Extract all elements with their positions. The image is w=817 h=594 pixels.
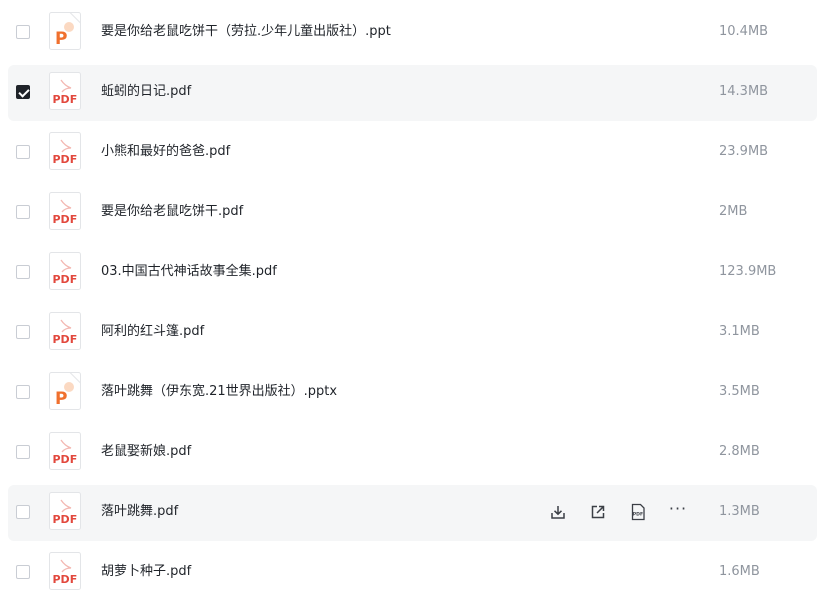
file-size: 10.4MB — [719, 24, 769, 39]
svg-text:PDF: PDF — [53, 153, 78, 166]
svg-text:PDF: PDF — [53, 273, 78, 286]
svg-text:P: P — [55, 29, 67, 49]
row-checkbox[interactable] — [16, 265, 30, 279]
file-size: 23.9MB — [719, 144, 769, 159]
row-checkbox-checked[interactable] — [16, 85, 30, 99]
svg-text:PDF: PDF — [53, 453, 78, 466]
pdf-file-icon: PDF — [49, 312, 81, 350]
download-button[interactable] — [538, 499, 578, 525]
file-size: 14.3MB — [719, 84, 769, 99]
share-button[interactable] — [578, 499, 618, 525]
pdf-convert-icon: PDF — [631, 503, 645, 521]
svg-text:P: P — [55, 389, 67, 409]
file-name[interactable]: 小熊和最好的爸爸.pdf — [101, 143, 230, 161]
file-row[interactable]: PDF 落叶跳舞.pdf PDF ··· 1.3MB — [8, 485, 817, 541]
file-list: P 要是你给老鼠吃饼干（劳拉.少年儿童出版社）.ppt 10.4MB PDF 蚯… — [0, 0, 817, 594]
row-checkbox[interactable] — [16, 505, 30, 519]
file-name[interactable]: 要是你给老鼠吃饼干.pdf — [101, 203, 243, 221]
pdf-file-icon: PDF — [49, 192, 81, 230]
file-row[interactable]: PDF 胡萝卜种子.pdf 1.6MB — [8, 545, 817, 594]
file-row[interactable]: PDF 要是你给老鼠吃饼干.pdf 2MB — [8, 185, 817, 241]
row-checkbox[interactable] — [16, 385, 30, 399]
pdf-convert-button[interactable]: PDF — [618, 499, 658, 525]
pdf-file-icon: PDF — [49, 552, 81, 590]
row-checkbox[interactable] — [16, 445, 30, 459]
file-size: 2MB — [719, 204, 748, 219]
pdf-file-icon: PDF — [49, 432, 81, 470]
file-name[interactable]: 落叶跳舞（伊东宽.21世界出版社）.pptx — [101, 383, 337, 401]
svg-text:PDF: PDF — [53, 93, 78, 106]
ppt-file-icon: P — [49, 372, 81, 410]
file-name[interactable]: 03.中国古代神话故事全集.pdf — [101, 263, 277, 281]
more-icon: ··· — [668, 499, 688, 518]
svg-text:PDF: PDF — [53, 573, 78, 586]
pdf-file-icon: PDF — [49, 72, 81, 110]
more-button[interactable]: ··· — [658, 499, 698, 525]
pdf-file-icon: PDF — [49, 492, 81, 530]
file-name[interactable]: 胡萝卜种子.pdf — [101, 563, 191, 581]
file-row[interactable]: PDF 老鼠娶新娘.pdf 2.8MB — [8, 425, 817, 481]
file-name[interactable]: 落叶跳舞.pdf — [101, 503, 178, 521]
file-row[interactable]: PDF 阿利的红斗篷.pdf 3.1MB — [8, 305, 817, 361]
file-size: 3.1MB — [719, 324, 760, 339]
file-name[interactable]: 蚯蚓的日记.pdf — [101, 83, 191, 101]
file-row[interactable]: PDF 03.中国古代神话故事全集.pdf 123.9MB — [8, 245, 817, 301]
file-row[interactable]: P 落叶跳舞（伊东宽.21世界出版社）.pptx 3.5MB — [8, 365, 817, 421]
svg-text:PDF: PDF — [53, 213, 78, 226]
svg-text:PDF: PDF — [633, 511, 643, 517]
file-row[interactable]: PDF 蚯蚓的日记.pdf 14.3MB — [8, 65, 817, 121]
file-name[interactable]: 要是你给老鼠吃饼干（劳拉.少年儿童出版社）.ppt — [101, 23, 391, 41]
row-checkbox[interactable] — [16, 565, 30, 579]
file-size: 3.5MB — [719, 384, 760, 399]
pdf-file-icon: PDF — [49, 252, 81, 290]
row-checkbox[interactable] — [16, 25, 30, 39]
row-checkbox[interactable] — [16, 145, 30, 159]
pdf-file-icon: PDF — [49, 132, 81, 170]
file-size: 123.9MB — [719, 264, 777, 279]
share-icon — [591, 505, 605, 519]
file-size: 1.6MB — [719, 564, 760, 579]
file-row[interactable]: PDF 小熊和最好的爸爸.pdf 23.9MB — [8, 125, 817, 181]
row-checkbox[interactable] — [16, 205, 30, 219]
ppt-file-icon: P — [49, 12, 81, 50]
row-checkbox[interactable] — [16, 325, 30, 339]
svg-text:PDF: PDF — [53, 513, 78, 526]
file-name[interactable]: 阿利的红斗篷.pdf — [101, 323, 204, 341]
download-icon — [551, 506, 565, 519]
svg-text:PDF: PDF — [53, 333, 78, 346]
file-row[interactable]: P 要是你给老鼠吃饼干（劳拉.少年儿童出版社）.ppt 10.4MB — [8, 5, 817, 61]
file-size: 2.8MB — [719, 444, 760, 459]
file-name[interactable]: 老鼠娶新娘.pdf — [101, 443, 191, 461]
file-size: 1.3MB — [719, 504, 760, 519]
row-actions: PDF ··· — [538, 499, 698, 525]
